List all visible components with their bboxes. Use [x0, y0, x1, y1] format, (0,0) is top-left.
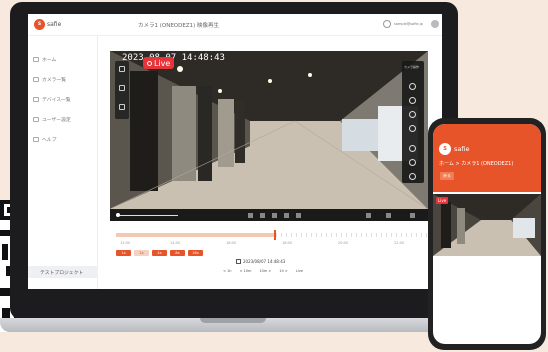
download-icon[interactable]: [119, 104, 125, 110]
volume-icon[interactable]: [366, 213, 371, 218]
pip-icon[interactable]: [386, 213, 391, 218]
breadcrumb: カメラ1 (ONEODEZ1) 映像再生: [138, 23, 220, 29]
jump-button[interactable]: Live: [296, 269, 303, 273]
qr-module: [2, 244, 8, 260]
sidebar-item-label: ヘルプ: [42, 138, 57, 143]
timeline-label: 18:00: [282, 241, 293, 245]
laptop: S safie カメラ1 (ONEODEZ1) 映像再生 sample@safi…: [10, 2, 458, 320]
timeline-label: 14:00: [170, 241, 181, 245]
phone-header: S safie ホーム > カメラ1 (ONEODEZ1) 戻る: [433, 124, 541, 192]
timeline-ticks: [276, 233, 428, 237]
qr-module: [0, 230, 10, 236]
sidebar-item-home[interactable]: ホーム: [33, 56, 56, 63]
sidebar-item-label: ホーム: [42, 58, 57, 63]
camera-icon: [33, 77, 39, 82]
zoom-icon[interactable]: [119, 66, 125, 72]
pause-icon[interactable]: [272, 213, 277, 218]
panel-title: カメラ操作: [404, 65, 420, 69]
fast-forward-icon[interactable]: [296, 213, 301, 218]
settings-icon[interactable]: [409, 173, 416, 180]
camera-control-panel: カメラ操作: [402, 61, 424, 183]
playback-progress[interactable]: [118, 215, 178, 216]
jump-button[interactable]: < 1h: [223, 269, 232, 273]
logo-icon: S: [34, 19, 45, 30]
camera-feed-image: [433, 194, 541, 256]
speed-button[interactable]: 16x: [188, 250, 203, 256]
zoom-in-icon[interactable]: [409, 145, 416, 152]
timeline-label: 16:00: [226, 241, 237, 245]
speed-button[interactable]: 4x: [152, 250, 167, 256]
jump-button[interactable]: 10m >: [259, 269, 271, 273]
sidebar-item-devices[interactable]: デバイス一覧: [33, 96, 71, 103]
left-toolbar: [115, 61, 129, 119]
phone-video-player[interactable]: Live: [433, 194, 541, 256]
rewind-icon[interactable]: [248, 213, 253, 218]
app-header: S safie カメラ1 (ONEODEZ1) 映像再生 sample@safi…: [28, 14, 442, 36]
tilt-up-icon[interactable]: [409, 111, 416, 118]
step-forward-icon[interactable]: [284, 213, 289, 218]
speed-button[interactable]: 1x: [116, 250, 131, 256]
device-icon: [33, 97, 39, 102]
settings-icon: [33, 117, 39, 122]
player-controls: [110, 209, 428, 221]
sidebar-item-label: カメラ一覧: [42, 78, 66, 83]
timeline[interactable]: [116, 230, 428, 240]
back-button[interactable]: 戻る: [440, 172, 454, 180]
tilt-down-icon[interactable]: [409, 125, 416, 132]
speed-button[interactable]: 2x: [134, 250, 149, 256]
zoom-out-icon[interactable]: [409, 159, 416, 166]
fullscreen-icon[interactable]: [410, 213, 415, 218]
jump-controls: < 1h < 10m 10m > 1h > Live: [223, 269, 303, 273]
snapshot-icon[interactable]: [119, 85, 125, 91]
live-badge[interactable]: Live: [143, 57, 175, 69]
laptop-screen: S safie カメラ1 (ONEODEZ1) 映像再生 sample@safi…: [28, 14, 442, 289]
pan-left-icon[interactable]: [409, 83, 416, 90]
progress-handle[interactable]: [116, 213, 120, 217]
timeline-label: 20:00: [338, 241, 349, 245]
pan-right-icon[interactable]: [409, 97, 416, 104]
sidebar-item-label: ユーザー設定: [42, 118, 71, 123]
timeline-recorded: [116, 233, 274, 237]
sidebar-project[interactable]: テストプロジェクト: [28, 266, 98, 278]
logo-text: safie: [47, 21, 62, 28]
sidebar: ホーム カメラ一覧 デバイス一覧 ユーザー設定 ヘルプ テストプロジェクト: [28, 36, 98, 289]
phone-screen: S safie ホーム > カメラ1 (ONEODEZ1) 戻る Live: [433, 124, 541, 344]
live-badge[interactable]: Live: [436, 197, 449, 204]
step-back-icon[interactable]: [260, 213, 265, 218]
live-dot-icon: [147, 60, 152, 66]
camera-feed-image: [110, 51, 428, 209]
sidebar-item-help[interactable]: ヘルプ: [33, 136, 56, 143]
home-icon: [33, 57, 39, 62]
jump-button[interactable]: 1h >: [279, 269, 288, 273]
sidebar-item-cameras[interactable]: カメラ一覧: [33, 76, 66, 83]
user-icon[interactable]: [383, 20, 391, 28]
timeline-label: 12:00: [120, 241, 131, 245]
date-value: 2023/08/07 14:48:43: [243, 259, 286, 264]
phone-brand: safie: [454, 145, 470, 153]
avatar[interactable]: [431, 20, 439, 28]
jump-button[interactable]: < 10m: [240, 269, 252, 273]
date-picker[interactable]: 2023/08/07 14:48:43: [236, 259, 285, 264]
video-player[interactable]: 2023-08-07 14:48:43 Live カメラ操作: [110, 51, 428, 221]
phone-breadcrumb: ホーム > カメラ1 (ONEODEZ1): [439, 161, 514, 167]
live-label: Live: [438, 198, 447, 203]
speed-button[interactable]: 8x: [170, 250, 185, 256]
phone: S safie ホーム > カメラ1 (ONEODEZ1) 戻る Live: [428, 118, 546, 350]
user-email: sample@safie.jp: [394, 22, 423, 26]
calendar-icon: [236, 259, 241, 264]
sidebar-item-label: デバイス一覧: [42, 98, 71, 103]
live-label: Live: [154, 58, 171, 68]
sidebar-item-settings[interactable]: ユーザー設定: [33, 116, 71, 123]
help-icon: [33, 137, 39, 142]
timeline-label: 22:00: [394, 241, 405, 245]
logo-icon: S: [439, 143, 451, 155]
laptop-notch: [200, 318, 266, 323]
timeline-cursor[interactable]: [274, 230, 276, 240]
